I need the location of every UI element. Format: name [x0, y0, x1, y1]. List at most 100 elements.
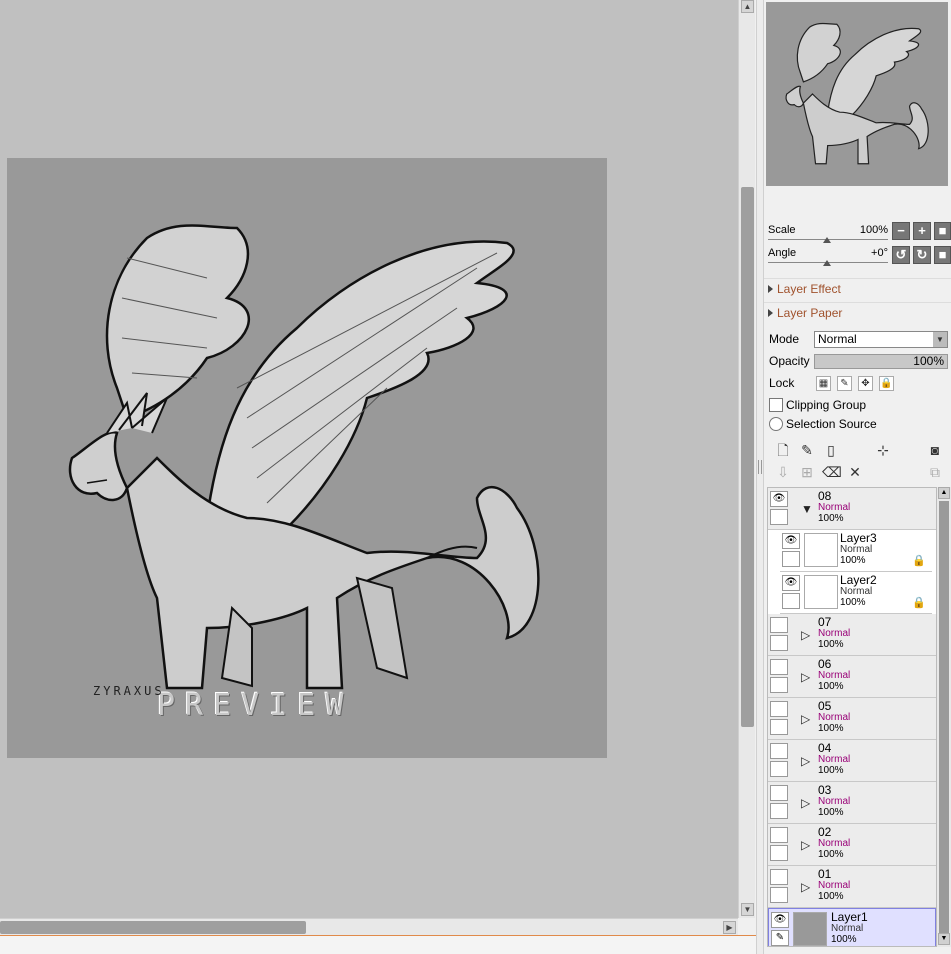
rotate-reset-button[interactable]: ■: [934, 246, 951, 264]
visibility-checkbox[interactable]: [770, 701, 788, 717]
scale-slider[interactable]: Scale 100%: [768, 224, 888, 246]
visibility-checkbox[interactable]: [770, 659, 788, 675]
layer-checkbox[interactable]: [770, 635, 788, 651]
visibility-checkbox[interactable]: [770, 785, 788, 801]
scroll-right-arrow-icon[interactable]: ▶: [723, 921, 736, 934]
layer-checkbox[interactable]: [782, 551, 800, 567]
chevron-down-icon[interactable]: ▼: [933, 332, 947, 347]
zoom-reset-button[interactable]: ■: [934, 222, 951, 240]
layer-folder-05[interactable]: ▷ 05 Normal 100%: [768, 698, 936, 740]
layer-layer3[interactable]: 👁 Layer3 Normal 100% 🔒: [780, 530, 932, 572]
chevron-right-icon[interactable]: ▷: [801, 880, 810, 894]
eye-icon[interactable]: 👁: [770, 491, 788, 507]
selection-source-radio[interactable]: [769, 417, 783, 431]
layer-folder-03[interactable]: ▷ 03 Normal 100%: [768, 782, 936, 824]
chevron-down-icon[interactable]: ▼: [801, 502, 813, 516]
layer-folder-02[interactable]: ▷ 02 Normal 100%: [768, 824, 936, 866]
layer-paper-section[interactable]: Layer Paper: [764, 302, 951, 324]
canvas-workspace[interactable]: PREVIEW ZYRAXUS: [0, 0, 738, 918]
canvas-vertical-scrollbar[interactable]: ▲ ▼: [738, 0, 755, 918]
chevron-right-icon[interactable]: ▷: [801, 838, 810, 852]
layer-folder-08[interactable]: 👁 ▼ 08 Normal 100%: [768, 488, 936, 530]
rotate-left-button[interactable]: ↺: [892, 246, 910, 264]
pencil-icon[interactable]: ✎: [771, 930, 789, 946]
transfer-down-icon[interactable]: ⇩: [774, 463, 792, 481]
clear-layer-icon[interactable]: ⌫: [822, 463, 842, 481]
clipping-group-checkbox[interactable]: [769, 398, 783, 412]
layer-mode: Normal: [818, 796, 851, 807]
visibility-checkbox[interactable]: [770, 743, 788, 759]
layer-checkbox[interactable]: [770, 509, 788, 525]
layer-folder-04[interactable]: ▷ 04 Normal 100%: [768, 740, 936, 782]
layer-checkbox[interactable]: [770, 845, 788, 861]
scroll-up-arrow-icon[interactable]: ▲: [741, 0, 754, 13]
scroll-down-arrow-icon[interactable]: ▼: [938, 933, 950, 945]
chevron-right-icon[interactable]: ▷: [801, 796, 810, 810]
chevron-right-icon[interactable]: ▷: [801, 670, 810, 684]
layer-list[interactable]: 👁 ▼ 08 Normal 100% 👁 Layer3 Normal 100% …: [767, 487, 937, 947]
horizontal-scroll-thumb[interactable]: [0, 921, 306, 934]
new-folder-icon[interactable]: ▯: [822, 441, 840, 459]
eye-icon[interactable]: 👁: [782, 575, 800, 591]
layer-checkbox[interactable]: [770, 761, 788, 777]
scroll-up-arrow-icon[interactable]: ▲: [938, 487, 950, 499]
new-layer-icon[interactable]: 🗋: [774, 441, 792, 459]
layer-opacity: 100%: [831, 934, 857, 945]
angle-slider[interactable]: Angle +0°: [768, 247, 888, 269]
panel-splitter[interactable]: [756, 0, 764, 954]
eye-icon[interactable]: 👁: [782, 533, 800, 549]
layer-mode: Normal: [840, 544, 873, 555]
layer-name: 08: [818, 489, 832, 503]
layer-mode: Normal: [818, 712, 851, 723]
merge-visible-icon[interactable]: ⧉: [926, 463, 944, 481]
merge-down-icon[interactable]: ⊞: [798, 463, 816, 481]
layer-opacity: 100%: [818, 891, 844, 902]
blend-mode-select[interactable]: Normal ▼: [814, 331, 948, 348]
canvas-horizontal-scrollbar[interactable]: ▶: [0, 918, 738, 935]
vertical-scroll-thumb[interactable]: [741, 187, 754, 727]
scale-knob[interactable]: [823, 237, 831, 243]
layer-layer2[interactable]: 👁 Layer2 Normal 100% 🔒: [780, 572, 932, 614]
lock-transparency-icon[interactable]: ▦: [816, 376, 831, 391]
opacity-slider[interactable]: 100%: [814, 354, 948, 369]
visibility-checkbox[interactable]: [770, 869, 788, 885]
layer-opacity: 100%: [818, 639, 844, 650]
layer-name: Layer3: [840, 531, 877, 545]
layer-effect-section[interactable]: Layer Effect: [764, 278, 951, 300]
layer-folder-06[interactable]: ▷ 06 Normal 100%: [768, 656, 936, 698]
layer-checkbox[interactable]: [782, 593, 800, 609]
lock-paint-icon[interactable]: ✎: [837, 376, 852, 391]
transform-icon[interactable]: ⊹: [874, 441, 892, 459]
navigator-preview[interactable]: [766, 2, 948, 186]
layer-name: 06: [818, 657, 832, 671]
layer-checkbox[interactable]: [770, 677, 788, 693]
eye-icon[interactable]: 👁: [771, 912, 789, 928]
layer-mask-icon[interactable]: ◙: [926, 441, 944, 459]
chevron-right-icon[interactable]: ▷: [801, 712, 810, 726]
layer-checkbox[interactable]: [770, 719, 788, 735]
zoom-in-button[interactable]: +: [913, 222, 931, 240]
layer-folder-07[interactable]: ▷ 07 Normal 100%: [768, 614, 936, 656]
chevron-right-icon[interactable]: ▷: [801, 628, 810, 642]
layer-folder-01[interactable]: ▷ 01 Normal 100%: [768, 866, 936, 908]
layer-opacity: 100%: [818, 765, 844, 776]
chevron-right-icon[interactable]: ▷: [801, 754, 810, 768]
delete-layer-icon[interactable]: ✕: [846, 463, 864, 481]
visibility-checkbox[interactable]: [770, 617, 788, 633]
layer-thumbnail: [804, 575, 838, 609]
layer-checkbox[interactable]: [770, 887, 788, 903]
layer-layer1[interactable]: 👁 ✎ Layer1 Normal 100%: [768, 908, 936, 946]
layer-checkbox[interactable]: [770, 803, 788, 819]
splitter-grip-icon[interactable]: [758, 460, 762, 474]
angle-knob[interactable]: [823, 260, 831, 266]
rotate-right-button[interactable]: ↻: [913, 246, 931, 264]
zoom-out-button[interactable]: −: [892, 222, 910, 240]
lock-all-icon[interactable]: 🔒: [879, 376, 894, 391]
new-linework-layer-icon[interactable]: ✎: [798, 441, 816, 459]
drawing-canvas[interactable]: PREVIEW ZYRAXUS: [7, 158, 607, 758]
lock-move-icon[interactable]: ✥: [858, 376, 873, 391]
scroll-down-arrow-icon[interactable]: ▼: [741, 903, 754, 916]
layer-list-scrollbar[interactable]: ▲ ▼: [937, 487, 951, 947]
visibility-checkbox[interactable]: [770, 827, 788, 843]
layer-scroll-thumb[interactable]: [939, 501, 949, 933]
